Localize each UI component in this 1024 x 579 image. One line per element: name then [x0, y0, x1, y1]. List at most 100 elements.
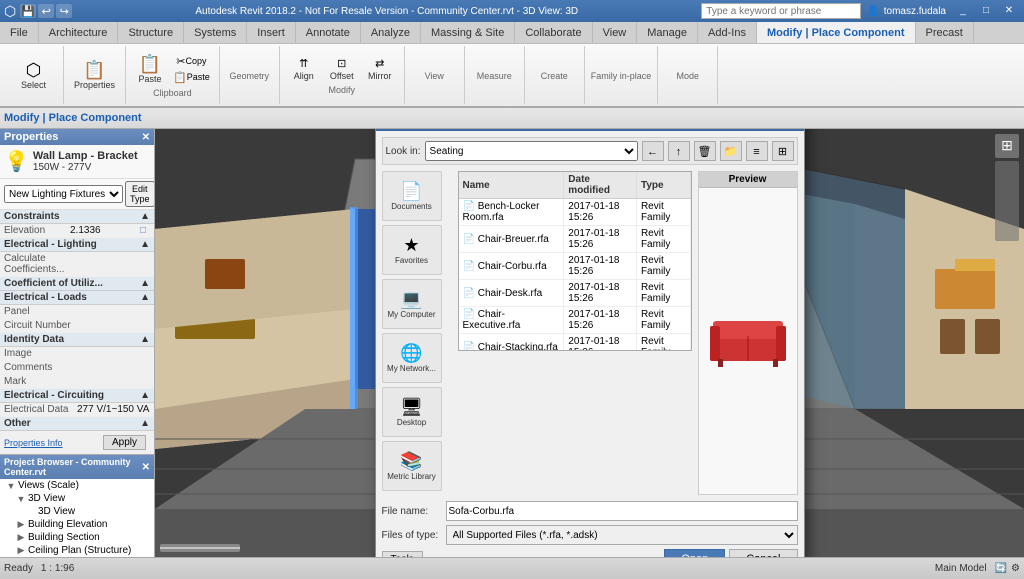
project-browser: Project Browser - Community Center.rvt ✕… [0, 455, 154, 557]
nav-desktop[interactable]: 🖥 Desktop [382, 387, 442, 437]
edit-type-button[interactable]: Edit Type [125, 181, 155, 207]
paste-button[interactable]: 📋 Paste [132, 53, 168, 86]
tree-item-label: Ceiling Plan (Structure) [28, 545, 131, 556]
nav-metric-library[interactable]: 📚 Metric Library [382, 441, 442, 491]
new-folder-button[interactable]: 📁 [720, 141, 742, 161]
select-button[interactable]: ⬡ Select [16, 59, 52, 92]
tree-item[interactable]: ▼ Views (Scale) [0, 479, 154, 492]
search-input[interactable] [701, 3, 861, 19]
open-button[interactable]: Open [664, 549, 725, 557]
coefficient-section[interactable]: Coefficient of Utiliz... ▲ [0, 277, 154, 291]
tab-analyze[interactable]: Analyze [361, 22, 421, 43]
tree-expand-icon[interactable]: ▶ [16, 519, 26, 530]
tab-collaborate[interactable]: Collaborate [515, 22, 592, 43]
3d-viewport[interactable]: Cham ETe ⊞ 3D View: 3D Load Family _ □ ✕ [155, 129, 1024, 557]
tree-item-label: 3D View [28, 493, 65, 504]
tab-massing[interactable]: Massing & Site [421, 22, 515, 43]
offset-button[interactable]: ⊡Offset [324, 55, 360, 83]
copy-button[interactable]: 📋 Paste [170, 70, 213, 85]
svg-text:⊞: ⊞ [1001, 137, 1013, 153]
tab-structure[interactable]: Structure [118, 22, 184, 43]
tree-expand-icon[interactable]: ▼ [6, 481, 16, 491]
identity-data-section[interactable]: Identity Data ▲ [0, 333, 154, 347]
sync-icon[interactable]: 🔄 [995, 563, 1007, 574]
tab-precast[interactable]: Precast [916, 22, 974, 43]
close-button[interactable]: ✕ [998, 0, 1020, 22]
minimize-button[interactable]: _ [952, 0, 974, 22]
mirror-button[interactable]: ⇄Mirror [362, 55, 398, 83]
tab-modify-place[interactable]: Modify | Place Component [757, 22, 916, 43]
view-options-button[interactable]: ≡ [746, 141, 768, 161]
table-row[interactable]: 📄 Chair-Desk.rfa 2017-01-18 15:26 Revit … [459, 280, 691, 307]
ribbon-group-create: Create [525, 46, 585, 104]
nav-network[interactable]: 🌐 My Network... [382, 333, 442, 383]
constraints-section[interactable]: Constraints ▲ [0, 210, 154, 224]
tree-item[interactable]: ▶ Building Elevation [0, 518, 154, 531]
file-name-cell: 📄 Chair-Executive.rfa [459, 307, 564, 334]
properties-close-button[interactable]: ✕ [142, 132, 150, 143]
window-controls[interactable]: _ □ ✕ [952, 0, 1020, 22]
other-section[interactable]: Other ▲ [0, 417, 154, 431]
table-row[interactable]: 📄 Chair-Corbu.rfa 2017-01-18 15:26 Revit… [459, 253, 691, 280]
tab-view[interactable]: View [593, 22, 638, 43]
tab-manage[interactable]: Manage [637, 22, 698, 43]
ribbon-group-family-inplace: Family in-place [585, 46, 659, 104]
file-table: Name Date modified Type 📄 Bench-Locker R… [459, 172, 691, 351]
project-browser-close[interactable]: ✕ [142, 462, 150, 473]
tab-file[interactable]: File [0, 22, 39, 43]
component-icon: 💡 [4, 149, 29, 174]
maximize-button[interactable]: □ [975, 0, 997, 22]
tree-expand-icon[interactable]: ▶ [16, 532, 26, 543]
nav-up-button[interactable]: ↑ [668, 141, 690, 161]
tab-addins[interactable]: Add-Ins [698, 22, 757, 43]
elevation-btn[interactable]: □ [136, 225, 150, 236]
file-name-cell: 📄 Chair-Corbu.rfa [459, 253, 564, 280]
filetype-select[interactable]: All Supported Files (*.rfa, *.adsk) [446, 525, 798, 545]
save-icon[interactable]: 💾 [20, 4, 36, 18]
nav-back-button[interactable]: ← [642, 141, 664, 161]
view-toggle-button[interactable]: ⊞ [772, 141, 794, 161]
electrical-lighting-section[interactable]: Electrical - Lighting ▲ [0, 238, 154, 252]
tab-insert[interactable]: Insert [247, 22, 296, 43]
tab-architecture[interactable]: Architecture [39, 22, 119, 43]
category-select[interactable]: New Lighting Fixtures [4, 185, 123, 203]
tree-item[interactable]: ▼ 3D View [0, 492, 154, 505]
properties-button[interactable]: 📋 Properties [70, 59, 119, 92]
tree-item[interactable]: ▶ Ceiling Plan (Structure) [0, 544, 154, 557]
table-row[interactable]: 📄 Chair-Stacking.rfa 2017-01-18 15:26 Re… [459, 334, 691, 352]
look-in-select[interactable]: Seating [425, 141, 638, 161]
paste-icon: 📋 [139, 55, 161, 73]
settings-icon[interactable]: ⚙ [1011, 563, 1020, 574]
table-row[interactable]: 📄 Chair-Breuer.rfa 2017-01-18 15:26 Revi… [459, 226, 691, 253]
tab-annotate[interactable]: Annotate [296, 22, 361, 43]
table-row[interactable]: 📄 Chair-Executive.rfa 2017-01-18 15:26 R… [459, 307, 691, 334]
electrical-circuiting-section[interactable]: Electrical - Circuiting ▲ [0, 389, 154, 403]
nav-favorites[interactable]: ★ Favorites [382, 225, 442, 275]
col-name: Name [459, 172, 564, 199]
nav-computer[interactable]: 💻 My Computer [382, 279, 442, 329]
tree-item[interactable]: 3D View [0, 505, 154, 518]
filename-input[interactable] [446, 501, 798, 521]
tree-expand-icon[interactable]: ▼ [16, 494, 26, 504]
delete-button[interactable]: 🗑 [694, 141, 716, 161]
undo-icon[interactable]: ↩ [38, 4, 54, 18]
select-icon: ⬡ [26, 61, 42, 79]
nav-documents[interactable]: 📄 Documents [382, 171, 442, 221]
apply-button[interactable]: Apply [103, 435, 146, 450]
tab-systems[interactable]: Systems [184, 22, 247, 43]
redo-icon[interactable]: ↪ [56, 4, 72, 18]
properties-info-link[interactable]: Properties Info [4, 438, 63, 448]
look-in-label: Look in: [386, 146, 421, 157]
tree-expand-icon[interactable]: ▶ [16, 545, 26, 556]
main-layout: Properties ✕ 💡 Wall Lamp - Bracket 150W … [0, 129, 1024, 557]
cut-button[interactable]: ✂ Copy [170, 54, 213, 69]
cancel-button[interactable]: Cancel [729, 549, 797, 557]
electrical-loads-section[interactable]: Electrical - Loads ▲ [0, 291, 154, 305]
mirror-icon: ⇄ [375, 57, 384, 70]
table-row[interactable]: 📄 Bench-Locker Room.rfa 2017-01-18 15:26… [459, 199, 691, 226]
tools-button[interactable]: Tools [382, 551, 423, 558]
ready-status: Ready [4, 563, 33, 574]
username: tomasz.fudala [884, 6, 946, 17]
align-button[interactable]: ⇈Align [286, 55, 322, 83]
tree-item[interactable]: ▶ Building Section [0, 531, 154, 544]
